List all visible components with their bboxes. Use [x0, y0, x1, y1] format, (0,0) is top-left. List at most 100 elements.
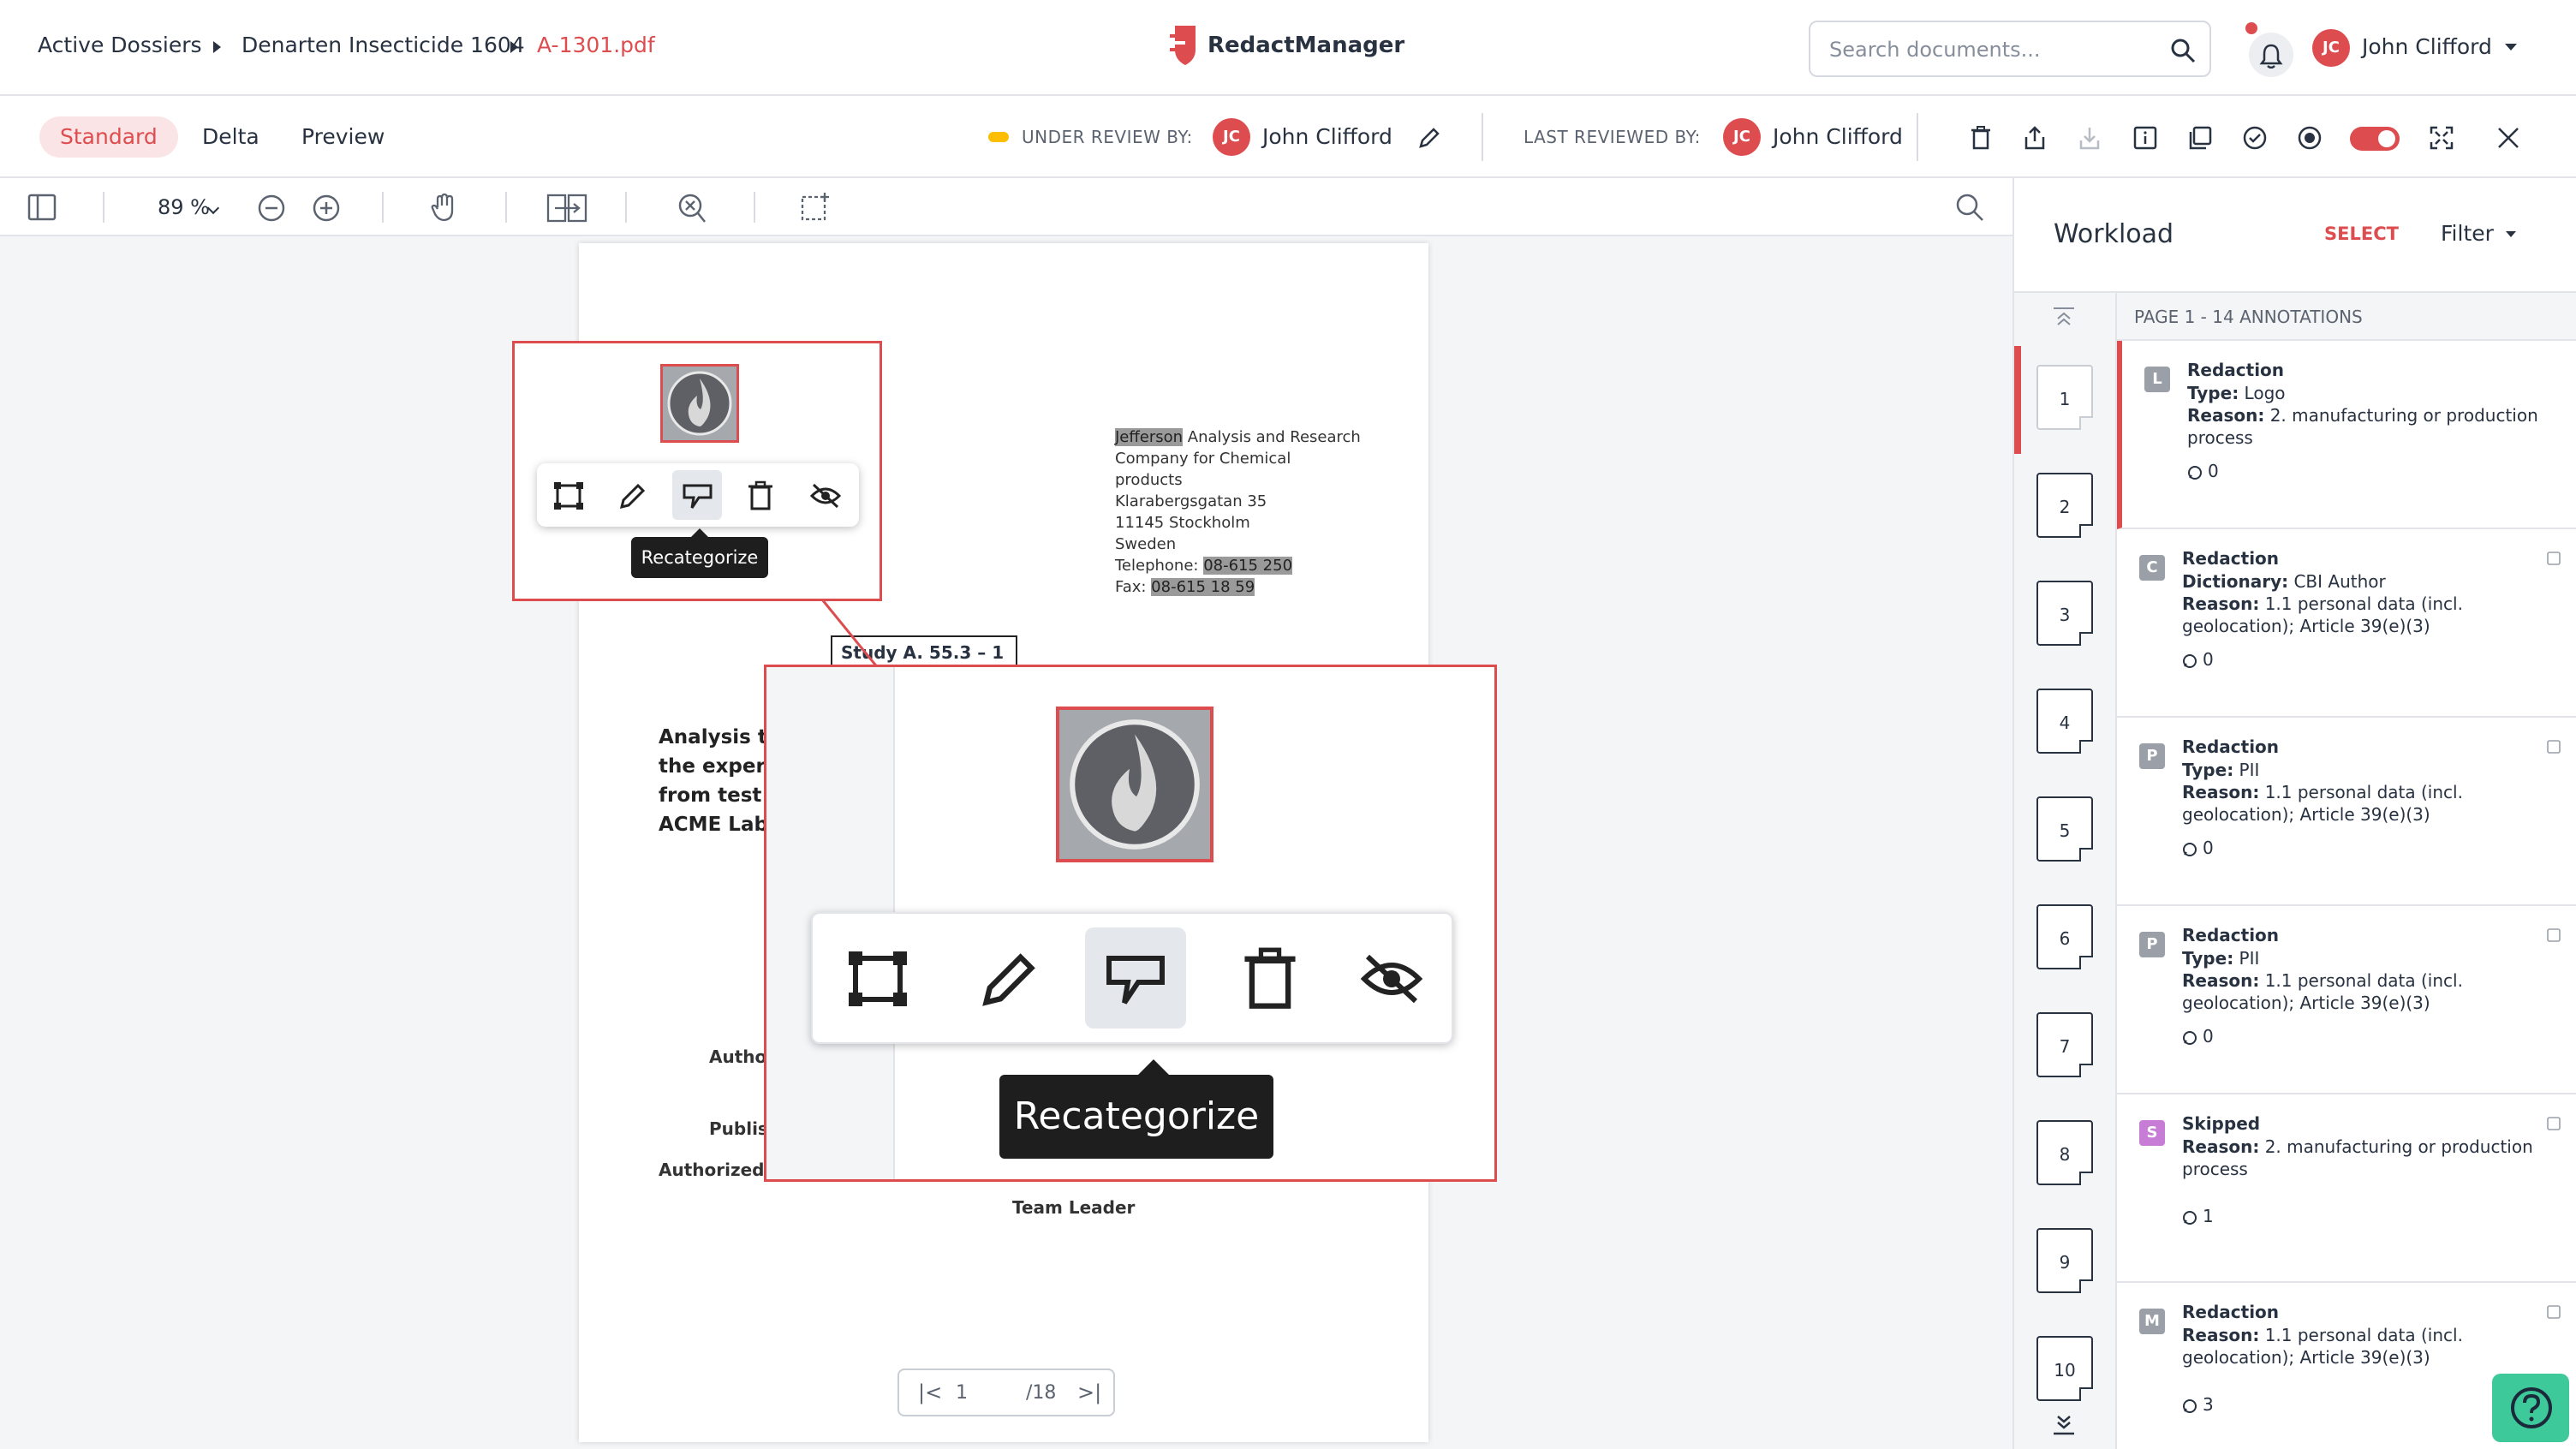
comment-icon [2183, 842, 2197, 856]
page-thumbnail[interactable]: 10 [2036, 1336, 2093, 1401]
search-annotation-icon[interactable] [677, 192, 707, 224]
redaction-highlight[interactable]: 08-615 250 [1203, 557, 1293, 575]
page-thumbnail[interactable]: 9 [2036, 1228, 2093, 1293]
annotation-type-badge: M [2139, 1309, 2165, 1334]
sidebar-toggle-icon[interactable] [27, 194, 57, 221]
annotation-detail: Type: Logo [2187, 383, 2286, 403]
reviewer-name: John Clifford [1262, 124, 1392, 149]
annotation-card[interactable]: P Redaction Type: PII Reason: 1.1 personal … [2117, 906, 2576, 1094]
document-viewer[interactable]: Jefferson Analysis and Research Company … [0, 236, 2012, 1449]
zoom-level[interactable]: 89 % [158, 195, 210, 219]
notifications-button[interactable] [2245, 22, 2293, 77]
page-thumbnails: 1 2 3 4 5 6 7 8 9 10 [2014, 293, 2117, 1449]
annotation-card[interactable]: L Redaction Type: Logo Reason: 2. manufactu… [2117, 341, 2576, 529]
annotation-detail: Reason: 1.1 personal data (incl. geoloca… [2182, 1325, 2463, 1368]
document-icon [2545, 550, 2562, 567]
flame-logo-zoomed-icon [1070, 719, 1200, 850]
recategorize-zoomed-icon [1104, 948, 1169, 1010]
document-search-icon[interactable] [1954, 192, 1985, 223]
page-thumbnail[interactable]: 4 [2036, 689, 2093, 754]
share-icon[interactable] [2023, 125, 2047, 151]
search-input[interactable]: Search documents... [1809, 21, 2211, 77]
redaction-highlight[interactable]: 08-615 18 59 [1151, 578, 1255, 596]
pan-hand-icon[interactable] [430, 192, 459, 223]
close-icon[interactable] [2496, 125, 2521, 151]
search-icon[interactable] [2170, 38, 2196, 63]
zoom-out-icon[interactable] [257, 194, 286, 223]
compare-icon[interactable] [546, 194, 587, 223]
comment-count[interactable]: 0 [2187, 461, 2219, 481]
select-button[interactable]: SELECT [2324, 224, 2399, 244]
edit-pencil-zoomed-icon[interactable] [977, 946, 1042, 1011]
recategorize-zoomed-button[interactable] [1085, 927, 1186, 1029]
redacted-logo-zoomed[interactable] [1056, 707, 1213, 862]
filter-chevron-icon[interactable] [2506, 231, 2516, 237]
annotation-type-badge: C [2139, 555, 2165, 581]
area-select-icon[interactable] [800, 192, 831, 223]
page-thumbnail[interactable]: 2 [2036, 473, 2093, 538]
comment-count[interactable]: 0 [2182, 1026, 2214, 1046]
annotation-card[interactable]: C Redaction Dictionary: CBI Author Reason: … [2117, 529, 2576, 718]
delete-annotation-zoomed-icon[interactable] [1243, 946, 1297, 1011]
scroll-bottom-icon[interactable] [2052, 1413, 2076, 1437]
delete-annotation-icon[interactable] [748, 480, 773, 511]
download-icon[interactable] [2078, 125, 2102, 151]
edit-pencil-icon[interactable] [617, 480, 648, 511]
info-icon[interactable] [2132, 125, 2158, 151]
comment-icon [2183, 1398, 2197, 1413]
comment-count[interactable]: 1 [2182, 1206, 2214, 1226]
app-name: RedactManager [1208, 33, 1405, 58]
tab-preview[interactable]: Preview [281, 116, 405, 158]
annotation-type-badge: P [2139, 743, 2165, 769]
resize-icon[interactable] [552, 480, 585, 511]
page-thumbnail[interactable]: 7 [2036, 1012, 2093, 1077]
user-menu-chevron-icon[interactable] [2505, 44, 2517, 51]
page-number-input[interactable]: 1 [956, 1382, 968, 1404]
tab-standard[interactable]: Standard [39, 116, 178, 158]
page-number: 8 [2059, 1144, 2071, 1165]
pages-icon[interactable] [2187, 125, 2213, 151]
hide-eye-icon[interactable] [809, 482, 842, 510]
redacted-logo[interactable] [660, 364, 739, 443]
zoom-in-icon[interactable] [312, 194, 341, 223]
redaction-toggle[interactable] [2350, 127, 2400, 151]
page-number: 3 [2059, 605, 2071, 625]
page-thumbnail[interactable]: 8 [2036, 1120, 2093, 1185]
edit-reviewer-pencil-icon[interactable] [1416, 125, 1442, 151]
hide-eye-zoomed-icon[interactable] [1359, 951, 1424, 1006]
resize-zoomed-icon[interactable] [845, 946, 910, 1011]
annotation-list: PAGE 1 - 14 ANNOTATIONS L Redaction Type: … [2117, 293, 2576, 1449]
user-avatar[interactable]: JC [2312, 29, 2350, 67]
page-thumbnail[interactable]: 3 [2036, 581, 2093, 646]
help-button[interactable] [2492, 1374, 2569, 1442]
reviewer-avatar: JC [1213, 118, 1250, 156]
tab-delta[interactable]: Delta [182, 116, 280, 158]
annotation-title: Redaction [2182, 925, 2280, 945]
scroll-top-icon[interactable] [2052, 307, 2076, 327]
comment-count[interactable]: 0 [2182, 838, 2214, 858]
recategorize-button[interactable] [672, 470, 722, 520]
breadcrumb-active-dossiers[interactable]: Active Dossiers [38, 33, 202, 57]
page-thumbnail[interactable]: 1 [2036, 365, 2093, 430]
redaction-highlight[interactable]: Jefferson [1115, 428, 1184, 446]
approve-check-icon[interactable] [2242, 125, 2268, 151]
comment-count[interactable]: 3 [2182, 1394, 2214, 1415]
delete-icon[interactable] [1970, 125, 1992, 151]
breadcrumb-dossier[interactable]: Denarten Insecticide 1604 [242, 33, 525, 57]
breadcrumb-file[interactable]: A-1301.pdf [537, 33, 655, 57]
page-number: 10 [2054, 1360, 2076, 1380]
first-page-icon[interactable]: |< [918, 1380, 942, 1404]
viewer-toolbar: 89 % [0, 178, 2012, 236]
fullscreen-icon[interactable] [2429, 125, 2454, 151]
last-page-icon[interactable]: >| [1077, 1380, 1101, 1404]
page-number: 4 [2059, 713, 2071, 733]
annotation-card[interactable]: P Redaction Type: PII Reason: 1.1 personal … [2117, 718, 2576, 906]
user-name[interactable]: John Clifford [2362, 34, 2492, 59]
address-block: Jefferson Analysis and Research Company … [1115, 428, 1361, 596]
record-icon[interactable] [2297, 125, 2323, 151]
comment-count[interactable]: 0 [2182, 649, 2214, 670]
page-thumbnail[interactable]: 6 [2036, 904, 2093, 969]
filter-button[interactable]: Filter [2441, 221, 2494, 246]
page-thumbnail[interactable]: 5 [2036, 796, 2093, 862]
annotation-card[interactable]: S Skipped Reason: 2. manufacturing or prod… [2117, 1094, 2576, 1283]
